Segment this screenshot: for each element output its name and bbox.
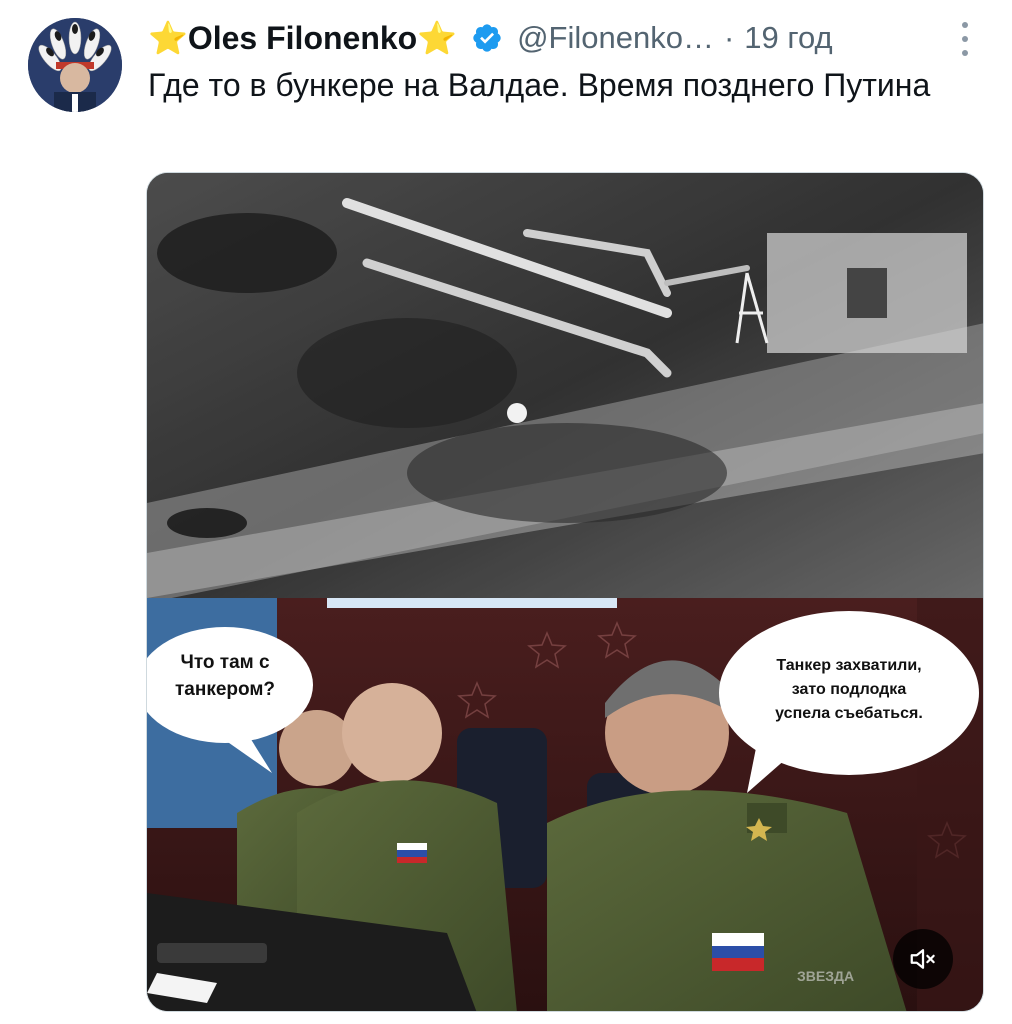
tweet[interactable]: ⭐ Oles Filonenko ⭐ @Filonenko… · 19 год … xyxy=(0,0,1012,1024)
bubble-right-line3: успела съебаться. xyxy=(775,705,923,722)
bubble-left-line1: Что там с xyxy=(180,652,269,673)
author-handle[interactable]: @Filonenko… xyxy=(517,20,714,56)
separator-dot: · xyxy=(723,20,735,55)
star-emoji: ⭐ xyxy=(417,20,458,56)
top-video-panel xyxy=(147,173,983,603)
author-display-name: Oles Filonenko xyxy=(187,19,418,56)
video-frame: ЗВЕЗДА Что там с танкером? Танкер захват… xyxy=(147,173,983,1011)
watermark-text: ЗВЕЗДА xyxy=(797,968,854,984)
tweet-text: Где то в бункере на Валдае. Время поздне… xyxy=(148,67,931,103)
timestamp[interactable]: 19 год xyxy=(744,20,832,56)
author-name[interactable]: ⭐ Oles Filonenko ⭐ xyxy=(148,20,457,57)
avatar[interactable] xyxy=(28,18,122,112)
verified-badge-icon xyxy=(471,22,503,54)
more-options-icon[interactable] xyxy=(960,22,970,56)
bubble-left-line2: танкером? xyxy=(175,679,275,700)
bubble-right-line1: Танкер захватили, xyxy=(776,657,921,674)
star-emoji: ⭐ xyxy=(148,20,188,56)
speaker-muted-icon[interactable] xyxy=(893,929,953,989)
bubble-right-line2: зато подлодка xyxy=(792,681,907,698)
tweet-header: ⭐ Oles Filonenko ⭐ @Filonenko… · 19 год xyxy=(148,16,972,60)
avatar-image xyxy=(28,18,122,112)
tweet-media[interactable]: ЗВЕЗДА Что там с танкером? Танкер захват… xyxy=(146,172,984,1012)
